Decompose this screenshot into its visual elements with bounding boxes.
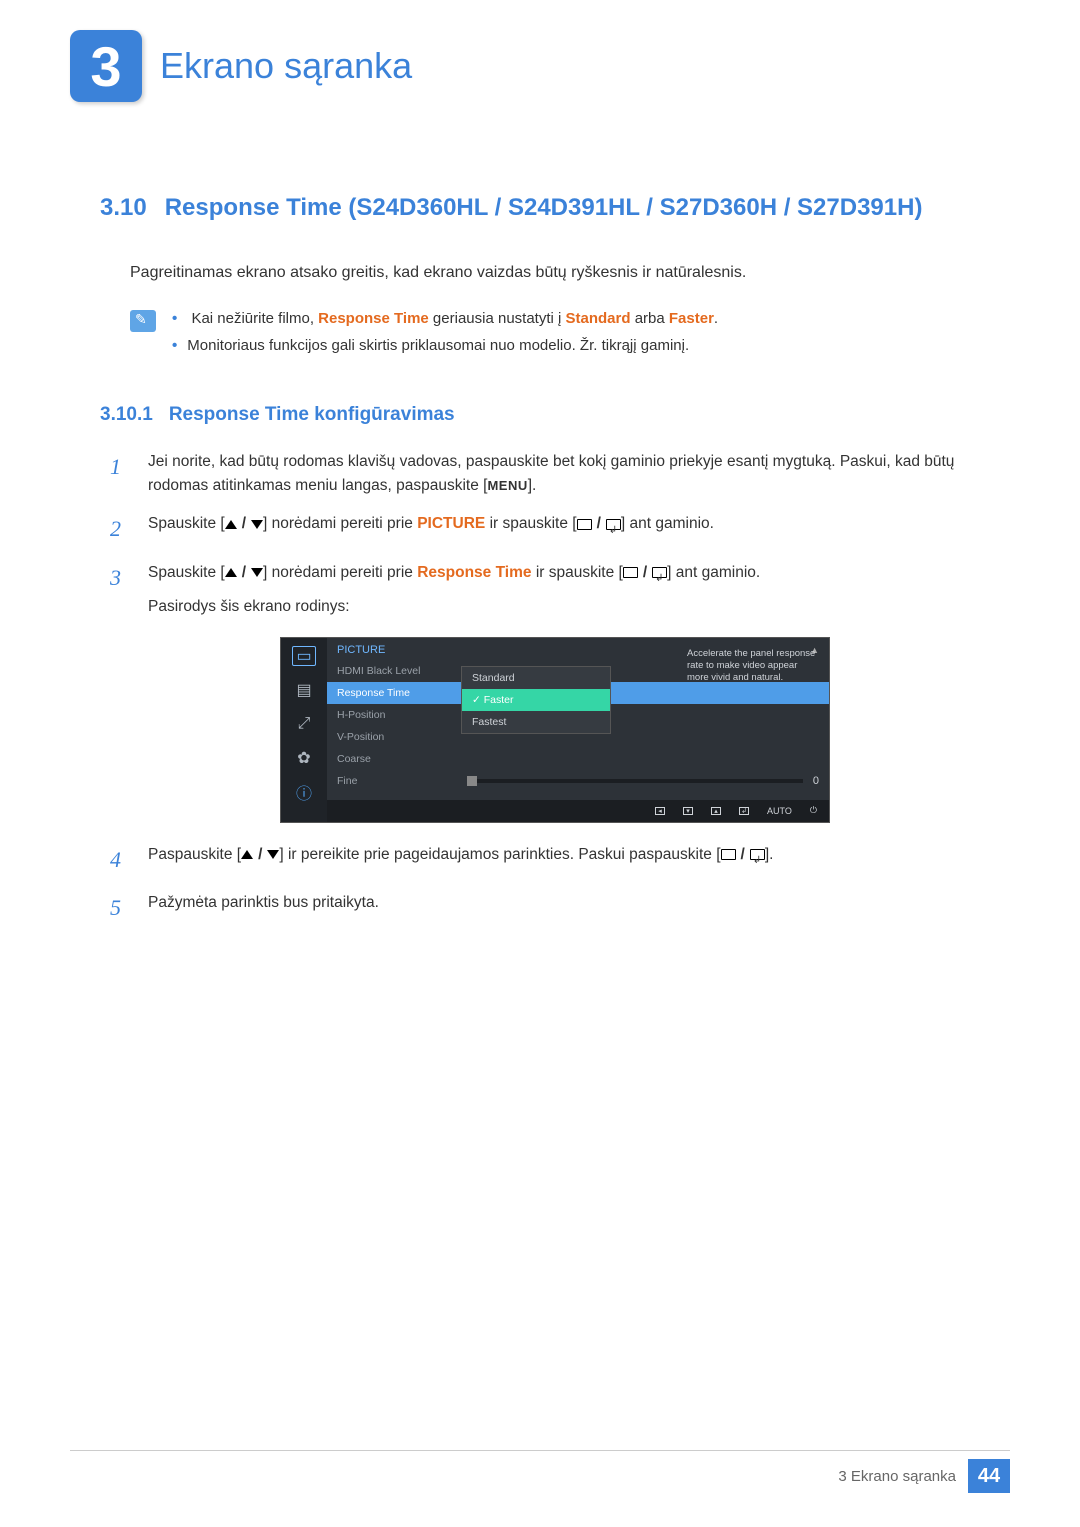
source-enter-icon: / — [721, 843, 765, 867]
osd-slider-value: 0 — [813, 775, 819, 787]
osd-row-label: Response Time — [337, 687, 457, 699]
section-number: 3.10 — [100, 192, 147, 224]
step-3: 3 Spauskite [/] norėdami pereiti prie Re… — [110, 561, 980, 619]
note-box: Kai nežiūrite filmo, Response Time geria… — [130, 310, 980, 364]
osd-submenu-item: Faster — [462, 689, 610, 711]
step-5: 5 Pažymėta parinktis bus pritaikyta. — [110, 891, 980, 925]
section-intro: Pagreitinamas ekrano atsako greitis, kad… — [130, 264, 980, 282]
osd-submenu: Standard Faster Fastest — [461, 666, 611, 734]
osd-tab-color-icon: ▤ — [292, 680, 316, 700]
osd-tab-settings-icon: ✿ — [292, 748, 316, 768]
osd-submenu-item: Standard — [462, 667, 610, 689]
note-item: Kai nežiūrite filmo, Response Time geria… — [172, 310, 718, 327]
osd-tab-info-icon: ⓘ — [292, 782, 316, 802]
chapter-title: Ekrano sąranka — [160, 45, 412, 87]
osd-power-icon: ⏻ — [810, 805, 817, 816]
menu-button-label: MENU — [487, 478, 527, 493]
osd-row-label: V-Position — [337, 731, 457, 743]
source-enter-icon: / — [577, 512, 621, 536]
osd-bottom-bar: ◂ ▾ ▴ ↲ AUTO ⏻ — [327, 800, 829, 822]
section-heading: 3.10 Response Time (S24D360HL / S24D391H… — [100, 192, 980, 224]
note-item: Monitoriaus funkcijos gali skirtis prikl… — [172, 337, 718, 354]
osd-title: PICTURE — [337, 644, 385, 656]
source-enter-icon: / — [623, 561, 667, 585]
osd-row-label: HDMI Black Level — [337, 665, 457, 677]
osd-nav-up-icon: ▴ — [711, 807, 721, 815]
osd-tab-picture-icon: ▭ — [292, 646, 316, 666]
osd-slider — [467, 779, 803, 783]
up-down-icon: / — [225, 512, 263, 536]
osd-description: Accelerate the panel response rate to ma… — [683, 644, 823, 689]
note-icon — [130, 310, 156, 332]
footer-label: 3 Ekrano sąranka — [838, 1468, 956, 1485]
section-title: Response Time (S24D360HL / S24D391HL / S… — [165, 192, 923, 224]
up-down-icon: / — [225, 561, 263, 585]
osd-nav-enter-icon: ↲ — [739, 807, 749, 815]
step-4: 4 Paspauskite [/] ir pereikite prie page… — [110, 843, 980, 877]
osd-auto-label: AUTO — [767, 806, 792, 816]
osd-row-label: H-Position — [337, 709, 457, 721]
osd-submenu-item: Fastest — [462, 711, 610, 733]
chapter-number-badge: 3 — [70, 30, 142, 102]
page-number: 44 — [968, 1459, 1010, 1493]
osd-tab-size-icon: ⤢ — [292, 714, 316, 734]
osd-row-label: Fine — [337, 775, 457, 787]
osd-nav-down-icon: ▾ — [683, 807, 693, 815]
step-2: 2 Spauskite [/] norėdami pereiti prie PI… — [110, 512, 980, 546]
subsection-heading: 3.10.1Response Time konfigūravimas — [100, 404, 980, 426]
up-down-icon: / — [241, 843, 279, 867]
osd-screenshot: ▭ ▤ ⤢ ✿ ⓘ PICTURE ▲ HDMI Black Level Res… — [280, 637, 980, 823]
page-header: 3 Ekrano sąranka — [70, 30, 1010, 102]
osd-row-label: Coarse — [337, 753, 457, 765]
page-footer: 3 Ekrano sąranka 44 — [70, 1450, 1010, 1493]
osd-nav-left-icon: ◂ — [655, 807, 665, 815]
step-1: 1 Jei norite, kad būtų rodomas klavišų v… — [110, 450, 980, 498]
